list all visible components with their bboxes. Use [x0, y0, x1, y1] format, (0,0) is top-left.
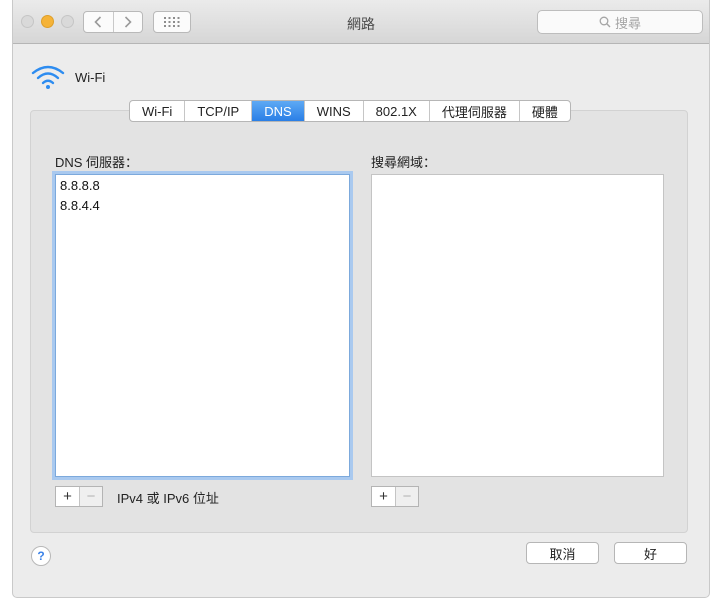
list-item[interactable]: 8.8.8.8 [56, 175, 349, 195]
tab-dns[interactable]: DNS [251, 101, 304, 121]
add-dns-button[interactable]: + [56, 487, 79, 506]
add-domain-button[interactable]: + [372, 487, 395, 506]
dns-servers-list[interactable]: 8.8.8.8 8.8.4.4 [55, 174, 350, 477]
wifi-icon [31, 65, 65, 89]
list-item[interactable]: 8.8.4.4 [56, 195, 349, 215]
domain-add-remove-control: + − [371, 486, 419, 507]
search-field[interactable]: 搜尋 [537, 10, 703, 34]
tab-proxies[interactable]: 代理伺服器 [428, 101, 519, 121]
service-header: Wi-Fi [31, 64, 105, 90]
dns-servers-label: DNS 伺服器： [55, 155, 139, 170]
tab-hardware[interactable]: 硬體 [518, 101, 570, 121]
search-domains-list[interactable] [371, 174, 664, 477]
cancel-button[interactable]: 取消 [526, 542, 599, 564]
title-bar: 網路 搜尋 [13, 0, 709, 44]
search-domains-label: 搜尋網域： [371, 155, 437, 170]
tab-tcpip[interactable]: TCP/IP [184, 101, 251, 121]
dns-address-hint: IPv4 或 IPv6 位址 [117, 491, 219, 506]
dns-add-remove-control: + − [55, 486, 103, 507]
search-placeholder: 搜尋 [614, 15, 641, 31]
help-button[interactable]: ? [31, 546, 51, 566]
remove-dns-button[interactable]: − [79, 487, 102, 506]
ok-button[interactable]: 好 [614, 542, 687, 564]
tab-bar: Wi-Fi TCP/IP DNS WINS 802.1X 代理伺服器 硬體 [129, 100, 571, 122]
tab-wins[interactable]: WINS [303, 101, 363, 121]
search-icon [599, 16, 611, 28]
tab-8021x[interactable]: 802.1X [362, 101, 429, 121]
service-name: Wi-Fi [75, 69, 106, 85]
tab-wifi[interactable]: Wi-Fi [130, 101, 184, 121]
network-dns-window: 網路 搜尋 Wi-Fi Wi-Fi TCP/IP DNS WINS 802.1X… [12, 0, 710, 598]
remove-domain-button[interactable]: − [395, 487, 418, 506]
